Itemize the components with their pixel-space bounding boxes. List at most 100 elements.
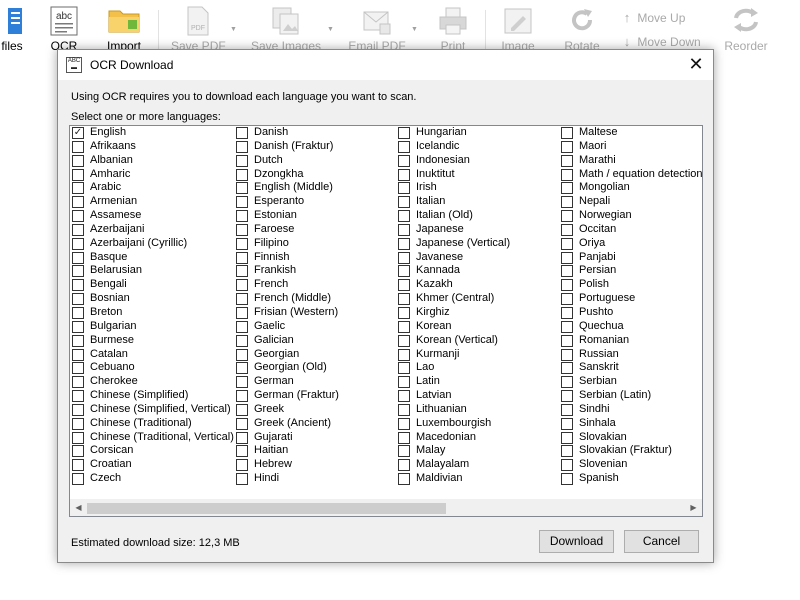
language-checkbox[interactable] [398,210,410,223]
language-checkbox[interactable] [236,376,248,389]
language-checkbox[interactable] [561,348,573,361]
language-checkbox[interactable] [398,390,410,403]
language-checkbox[interactable] [236,403,248,416]
language-checkbox[interactable] [72,445,84,458]
language-checkbox[interactable] [561,320,573,333]
language-checkbox[interactable] [72,306,84,319]
language-checkbox[interactable] [561,210,573,223]
language-checkbox[interactable] [236,127,248,139]
language-checkbox[interactable] [398,459,410,472]
language-checkbox[interactable] [236,417,248,430]
language-checkbox[interactable] [398,223,410,236]
email-pdf-button[interactable]: Email PDF [347,0,407,56]
language-checkbox[interactable] [398,140,410,153]
language-checkbox[interactable] [561,154,573,167]
language-checkbox[interactable] [398,196,410,209]
language-checkbox[interactable] [561,140,573,153]
files-button[interactable]: files [0,0,30,56]
email-pdf-dropdown-arrow-icon[interactable]: ▼ [411,26,418,33]
language-checkbox[interactable] [236,334,248,347]
language-checkbox[interactable] [398,417,410,430]
language-checkbox[interactable] [236,348,248,361]
language-checkbox[interactable] [561,182,573,195]
language-checkbox[interactable] [236,320,248,333]
language-checkbox[interactable] [72,237,84,250]
horizontal-scrollbar[interactable]: ◀ ▶ [70,499,702,516]
language-checkbox[interactable] [398,251,410,264]
language-checkbox[interactable] [561,293,573,306]
language-checkbox[interactable] [236,182,248,195]
print-button[interactable]: Print [433,0,473,56]
scroll-right-icon[interactable]: ▶ [685,500,702,516]
language-checkbox[interactable] [561,445,573,458]
close-icon[interactable]: ✕ [679,50,713,80]
language-checkbox[interactable] [236,445,248,458]
language-checkbox[interactable] [398,127,410,139]
language-checkbox[interactable] [561,376,573,389]
language-checkbox[interactable] [398,376,410,389]
language-checkbox[interactable] [561,279,573,292]
language-checkbox[interactable] [561,403,573,416]
image-button[interactable]: Image [496,0,540,56]
language-checkbox[interactable] [236,473,248,486]
language-checkbox[interactable] [398,154,410,167]
language-checkbox[interactable] [72,320,84,333]
language-checkbox[interactable] [398,362,410,375]
language-checkbox[interactable] [398,403,410,416]
language-checkbox[interactable] [236,140,248,153]
language-checkbox[interactable] [561,431,573,444]
language-checkbox[interactable] [398,445,410,458]
language-checkbox[interactable] [72,168,84,181]
language-checkbox[interactable] [236,390,248,403]
cancel-button[interactable]: Cancel [624,530,699,553]
language-checkbox[interactable] [72,140,84,153]
language-checkbox[interactable] [561,223,573,236]
language-checkbox[interactable] [561,196,573,209]
language-checkbox[interactable] [561,390,573,403]
language-checkbox[interactable] [72,334,84,347]
language-checkbox[interactable] [236,196,248,209]
import-button[interactable]: Import [103,0,145,56]
language-checkbox[interactable] [236,237,248,250]
language-checkbox[interactable] [398,279,410,292]
language-checkbox[interactable] [72,473,84,486]
language-checkbox[interactable] [398,473,410,486]
language-checkbox[interactable] [72,348,84,361]
language-checkbox[interactable] [561,265,573,278]
save-pdf-button[interactable]: PDF Save PDF [171,0,226,56]
language-checkbox[interactable] [236,362,248,375]
language-checkbox[interactable] [561,306,573,319]
language-checkbox[interactable] [398,265,410,278]
language-checkbox[interactable] [561,459,573,472]
language-checkbox[interactable] [398,334,410,347]
language-checkbox[interactable] [72,431,84,444]
language-checkbox[interactable] [72,362,84,375]
language-checkbox[interactable] [72,210,84,223]
move-up-button[interactable]: ↑ Move Up [620,10,686,30]
language-checkbox[interactable] [236,265,248,278]
language-checkbox[interactable] [72,182,84,195]
ocr-button[interactable]: abc OCR [45,0,83,56]
language-checkbox[interactable] [236,431,248,444]
reorder-button[interactable]: Reorder [720,0,772,56]
language-checkbox[interactable] [72,265,84,278]
dialog-titlebar[interactable]: ABC ▬ OCR Download ✕ [58,50,713,80]
language-checkbox[interactable] [236,293,248,306]
language-checkbox[interactable] [236,210,248,223]
language-checkbox[interactable] [561,127,573,139]
language-checkbox[interactable] [561,168,573,181]
language-checkbox[interactable] [72,251,84,264]
language-checkbox[interactable] [398,320,410,333]
save-pdf-dropdown-arrow-icon[interactable]: ▼ [230,26,237,33]
language-checkbox[interactable] [561,251,573,264]
rotate-button[interactable]: Rotate [560,0,604,56]
language-checkbox[interactable] [72,293,84,306]
language-checkbox[interactable] [236,279,248,292]
language-checkbox[interactable] [72,154,84,167]
language-checkbox[interactable] [72,403,84,416]
save-images-dropdown-arrow-icon[interactable]: ▼ [327,26,334,33]
language-checkbox[interactable] [72,417,84,430]
language-checkbox[interactable] [561,362,573,375]
language-checkbox[interactable] [398,306,410,319]
language-checkbox[interactable] [398,348,410,361]
